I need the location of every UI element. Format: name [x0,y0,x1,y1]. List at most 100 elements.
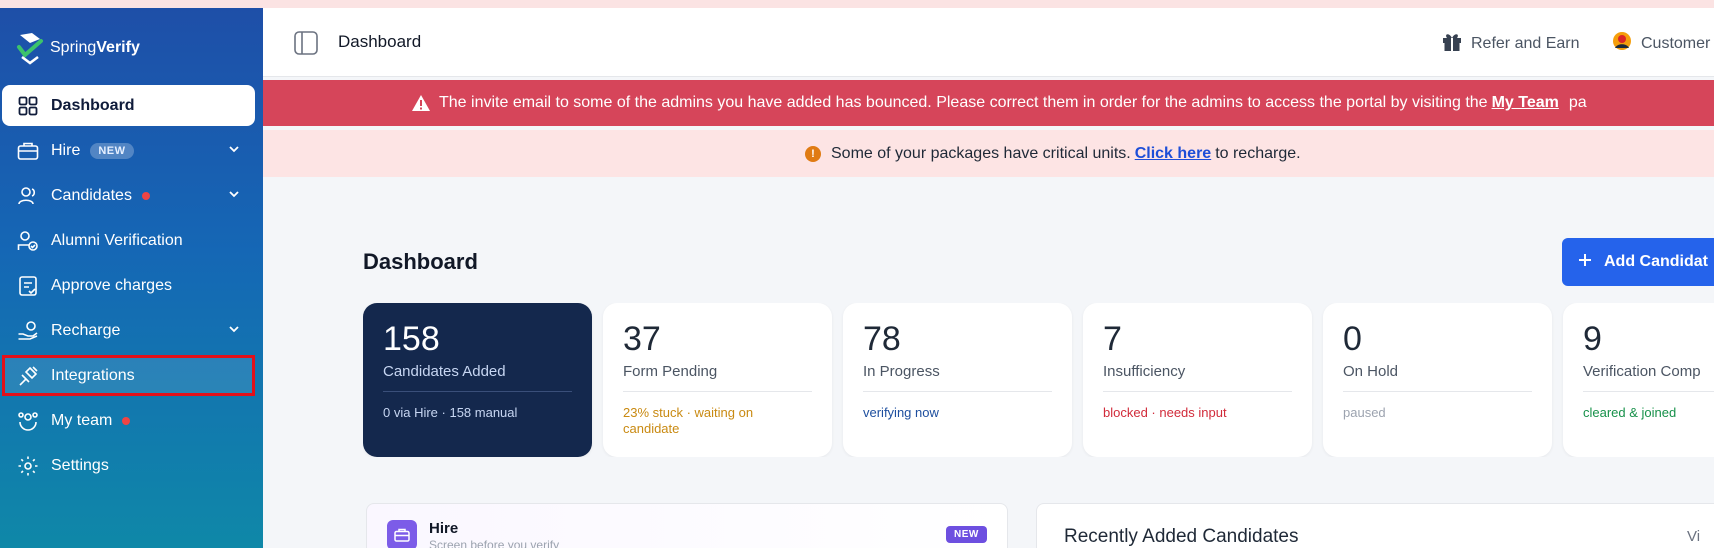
new-badge: NEW [90,142,134,159]
stat-label: Candidates Added [383,363,506,380]
sidebar-item-integrations[interactable]: Integrations [2,355,255,396]
customer-menu[interactable]: Customer [1611,30,1710,57]
sidebar-item-label: Hire [51,141,81,159]
sidebar-item-dashboard[interactable]: Dashboard [2,85,255,126]
customer-label: Customer [1641,34,1711,52]
stat-label: On Hold [1343,363,1399,380]
chevron-down-icon[interactable] [227,322,241,341]
view-all-link[interactable]: Vi [1687,528,1700,545]
stat-card-on-hold[interactable]: 0 On Hold paused [1323,303,1552,457]
sidebar-item-label: Settings [51,456,109,474]
stat-card-verification-completed[interactable]: 9 Verification Comp cleared & joined [1563,303,1714,457]
page-title: Dashboard [363,249,478,274]
brand-name: SpringVerify [50,39,140,56]
hire-card-subtitle: Screen before you verify [429,538,560,548]
notification-dot [141,191,150,200]
chevron-down-icon[interactable] [227,142,241,161]
sidebar-item-approve-charges[interactable]: Approve charges [2,265,255,306]
sidebar-item-label: My team [51,411,113,429]
stat-card-candidates-added[interactable]: 158 Candidates Added 0 via Hire · 158 ma… [363,303,592,457]
user-check-icon [16,229,40,253]
stats-row: 158 Candidates Added 0 via Hire · 158 ma… [363,303,1714,457]
notification-dot [122,416,131,425]
stat-label: Insufficiency [1103,363,1186,380]
warning-triangle-icon [411,94,431,112]
stat-label: Verification Comp [1583,363,1701,380]
packages-tail: to recharge. [1215,144,1301,162]
stat-value: 37 [623,320,661,358]
stat-subtext: 0 via Hire · 158 manual [383,405,518,420]
exclamation-icon: ! [805,145,821,162]
bounce-tail: pa [1568,94,1587,111]
recharge-link[interactable]: Click here [1135,145,1211,163]
stat-card-in-progress[interactable]: 78 In Progress verifying now [843,303,1072,457]
sidebar: SpringVerify Dashboard Hire NEW Candidat… [0,8,263,548]
stat-value: 158 [383,320,440,358]
hand-coin-icon [16,319,40,343]
packages-message: Some of your packages have critical unit… [831,144,1131,162]
sidebar-toggle-icon[interactable] [293,30,319,61]
hire-promo-card[interactable]: Hire Screen before you verify NEW [366,503,1008,548]
sidebar-item-my-team[interactable]: My team [2,400,255,441]
add-candidate-label: Add Candidat [1604,253,1708,270]
stat-subtext: cleared & joined [1583,405,1677,420]
stat-label: Form Pending [623,363,718,380]
stat-value: 0 [1343,320,1362,358]
top-header: Dashboard Refer and Earn Customer [263,8,1714,77]
top-alert-strip [0,0,1714,8]
sidebar-item-label: Alumni Verification [51,231,183,249]
packages-alert-banner: ! Some of your packages have critical un… [263,130,1714,177]
sidebar-item-hire[interactable]: Hire NEW [2,130,255,171]
stat-divider [1583,391,1714,392]
sidebar-item-label: Recharge [51,321,121,339]
plus-icon [1578,253,1592,272]
new-badge: NEW [946,526,987,543]
sidebar-item-label: Approve charges [51,276,172,294]
recent-candidates-card: Recently Added Candidates Vi [1036,503,1714,548]
grid-icon [16,94,40,118]
hire-card-title: Hire [429,520,459,537]
stat-value: 7 [1103,320,1122,358]
sidebar-item-settings[interactable]: Settings [2,445,255,486]
bounce-warning-banner: The invite email to some of the admins y… [263,80,1714,126]
gift-icon [1441,30,1463,57]
sidebar-item-label: Dashboard [51,96,135,114]
recent-candidates-title: Recently Added Candidates [1064,526,1299,547]
sidebar-item-alumni-verification[interactable]: Alumni Verification [2,220,255,261]
refer-and-earn-link[interactable]: Refer and Earn [1441,30,1580,57]
users-icon [16,184,40,208]
stat-subtext: paused [1343,405,1386,420]
sidebar-item-label: Integrations [51,366,135,384]
receipt-icon [16,274,40,298]
add-candidate-button[interactable]: Add Candidat [1562,238,1714,286]
stat-subtext: blocked · needs input [1103,405,1227,420]
sidebar-item-label: Candidates [51,186,132,204]
stat-label: In Progress [863,363,940,380]
my-team-link[interactable]: My Team [1492,94,1559,112]
stat-value: 78 [863,320,901,358]
header-title: Dashboard [338,32,422,51]
stat-card-insufficiency[interactable]: 7 Insufficiency blocked · needs input [1083,303,1312,457]
chevron-down-icon[interactable] [227,187,241,206]
stat-subtext: verifying now [863,405,939,420]
stat-subtext: 23% stuck · waiting on candidate [623,405,754,436]
brand-logo[interactable]: SpringVerify [16,30,140,66]
sidebar-item-recharge[interactable]: Recharge [2,310,255,351]
stat-divider [383,391,572,392]
sidebar-item-candidates[interactable]: Candidates [2,175,255,216]
customer-avatar-icon [1611,30,1633,57]
springverify-logo-icon [17,33,43,65]
stat-card-form-pending[interactable]: 37 Form Pending 23% stuck · waiting on c… [603,303,832,457]
stat-value: 9 [1583,320,1602,358]
team-icon [16,409,40,433]
plug-icon [16,364,40,388]
stat-divider [863,391,1052,392]
gear-icon [16,454,40,478]
stat-divider [623,391,812,392]
stat-divider [1343,391,1532,392]
stat-divider [1103,391,1292,392]
briefcase-icon [387,520,417,548]
bounce-message: The invite email to some of the admins y… [439,94,1488,111]
refer-label: Refer and Earn [1471,34,1580,52]
sidebar-nav: Dashboard Hire NEW Candidates Alumni Ver… [0,85,263,490]
